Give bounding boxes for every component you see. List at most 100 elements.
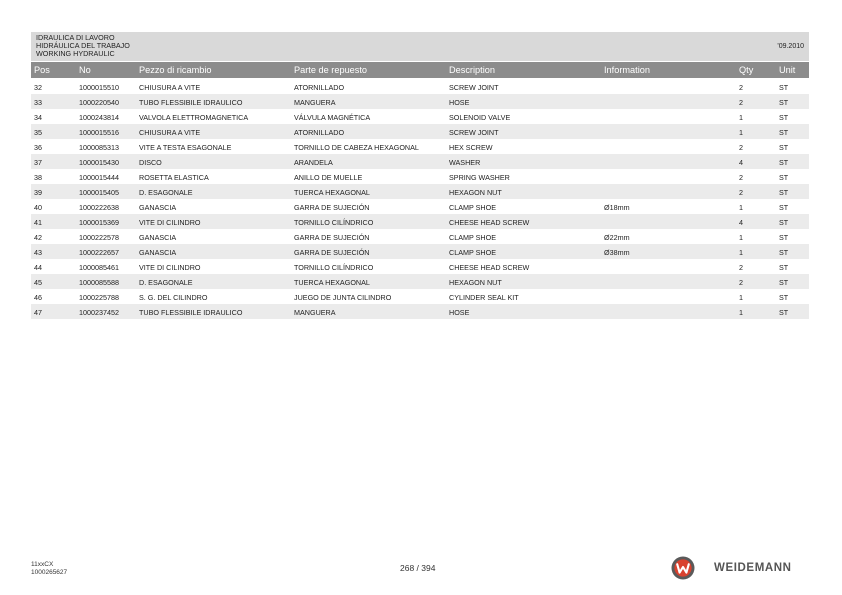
table-row: 44 1000085461 VITE DI CILINDRO TORNILLO CIL… [31,259,809,274]
cell-part-number: 1000015516 [79,128,119,137]
cell-italian: CHIUSURA A VITE [139,128,201,137]
cell-pos: 38 [34,173,42,182]
cell-part-number: 1000220540 [79,98,119,107]
cell-pos: 45 [34,278,42,287]
cell-unit: ST [779,188,789,197]
cell-qty: 2 [739,278,743,287]
cell-italian: GANASCIA [139,203,177,212]
cell-description: CLAMP SHOE [449,233,496,242]
table-header: Pos No Pezzo di ricambio Parte de repues… [31,62,809,78]
table-row: 36 1000085313 VITE A TESTA ESAGONALE TORNIL… [31,139,809,154]
cell-description: SOLENOID VALVE [449,113,511,122]
cell-qty: 1 [739,203,743,212]
cell-part-number: 1000015444 [79,173,119,182]
cell-qty: 2 [739,98,743,107]
cell-pos: 47 [34,308,42,317]
cell-pos: 33 [34,98,42,107]
cell-unit: ST [779,263,789,272]
cell-unit: ST [779,143,789,152]
cell-pos: 44 [34,263,42,272]
column-header-spanish: Parte de repuesto [294,65,368,75]
cell-unit: ST [779,173,789,182]
cell-unit: ST [779,128,789,137]
cell-unit: ST [779,248,789,257]
cell-pos: 43 [34,248,42,257]
cell-description: HOSE [449,308,470,317]
cell-qty: 1 [739,308,743,317]
cell-spanish: ARANDELA [294,158,333,167]
cell-spanish: VÁLVULA MAGNÉTICA [294,113,371,122]
model-code: 11xxCX [31,561,54,568]
cell-part-number: 1000015430 [79,158,119,167]
brand-name: WEIDEMANN [714,562,792,574]
table-row: 45 1000085588 D. ESAGONALE TUERCA HEXAGONAL… [31,274,809,289]
cell-unit: ST [779,233,789,242]
cell-italian: VITE A TESTA ESAGONALE [139,143,232,152]
cell-spanish: ATORNILLADO [294,128,345,137]
cell-part-number: 1000222638 [79,203,119,212]
cell-italian: VITE DI CILINDRO [139,218,201,227]
cell-description: CHEESE HEAD SCREW [449,218,530,227]
table-row: 42 1000222578 GANASCIA GARRA DE SUJECIÓN CLA… [31,229,809,244]
table-row: 38 1000015444 ROSETTA ELASTICA ANILLO DE MU… [31,169,809,184]
cell-description: CLAMP SHOE [449,248,496,257]
cell-unit: ST [779,293,789,302]
cell-information: Ø38mm [604,248,630,257]
cell-unit: ST [779,158,789,167]
cell-qty: 2 [739,263,743,272]
cell-part-number: 1000243814 [79,113,119,122]
cell-spanish: GARRA DE SUJECIÓN [294,203,370,212]
cell-pos: 32 [34,83,42,92]
cell-spanish: TUERCA HEXAGONAL [294,278,370,287]
cell-qty: 1 [739,128,743,137]
cell-part-number: 1000085313 [79,143,119,152]
cell-italian: GANASCIA [139,248,177,257]
table-row: 34 1000243814 VALVOLA ELETTROMAGNETICA VÁLV… [31,109,809,124]
cell-spanish: JUEGO DE JUNTA CILINDRO [294,293,392,302]
cell-qty: 2 [739,188,743,197]
cell-part-number: 1000222578 [79,233,119,242]
cell-pos: 34 [34,113,42,122]
cell-qty: 1 [739,113,743,122]
cell-part-number: 1000085588 [79,278,119,287]
column-header-description: Description [449,65,495,75]
cell-description: HEXAGON NUT [449,188,502,197]
section-title: IDRAULICA DI LAVORO HIDRÁULICA DEL TRABA… [36,33,130,59]
cell-qty: 4 [739,158,743,167]
weidemann-w-logo-icon [671,556,695,580]
cell-qty: 2 [739,83,743,92]
footer-doc-info: 11xxCX 1000265627 [31,561,67,576]
cell-pos: 37 [34,158,42,167]
section-title-en: WORKING HYDRAULIC [36,49,115,59]
column-header-pos: Pos [34,65,50,75]
cell-description: WASHER [449,158,481,167]
cell-qty: 2 [739,143,743,152]
cell-spanish: TORNILLO DE CABEZA HEXAGONAL [294,143,419,152]
cell-spanish: GARRA DE SUJECIÓN [294,248,370,257]
table-row: 39 1000015405 D. ESAGONALE TUERCA HEXAGONAL… [31,184,809,199]
cell-part-number: 1000015369 [79,218,119,227]
cell-description: SCREW JOINT [449,83,499,92]
cell-pos: 36 [34,143,42,152]
cell-unit: ST [779,98,789,107]
cell-pos: 42 [34,233,42,242]
cell-description: HOSE [449,98,470,107]
cell-italian: ROSETTA ELASTICA [139,173,209,182]
parts-table: 32 1000015510 CHIUSURA A VITE ATORNILLADO SC… [31,79,809,319]
cell-unit: ST [779,83,789,92]
cell-italian: D. ESAGONALE [139,188,193,197]
cell-italian: D. ESAGONALE [139,278,193,287]
cell-spanish: MANGUERA [294,98,336,107]
column-header-no: No [79,65,91,75]
cell-italian: VITE DI CILINDRO [139,263,201,272]
table-row: 46 1000225788 S. G. DEL CILINDRO JUEGO DE J… [31,289,809,304]
cell-part-number: 1000225788 [79,293,119,302]
section-header: IDRAULICA DI LAVORO HIDRÁULICA DEL TRABA… [31,32,809,61]
table-row: 32 1000015510 CHIUSURA A VITE ATORNILLADO SC… [31,79,809,94]
cell-italian: DISCO [139,158,162,167]
table-row: 37 1000015430 DISCO ARANDELA WASHER 4 ST [31,154,809,169]
cell-part-number: 1000015405 [79,188,119,197]
cell-unit: ST [779,203,789,212]
table-row: 33 1000220540 TUBO FLESSIBILE IDRAULICO MAN… [31,94,809,109]
cell-information: Ø22mm [604,233,630,242]
